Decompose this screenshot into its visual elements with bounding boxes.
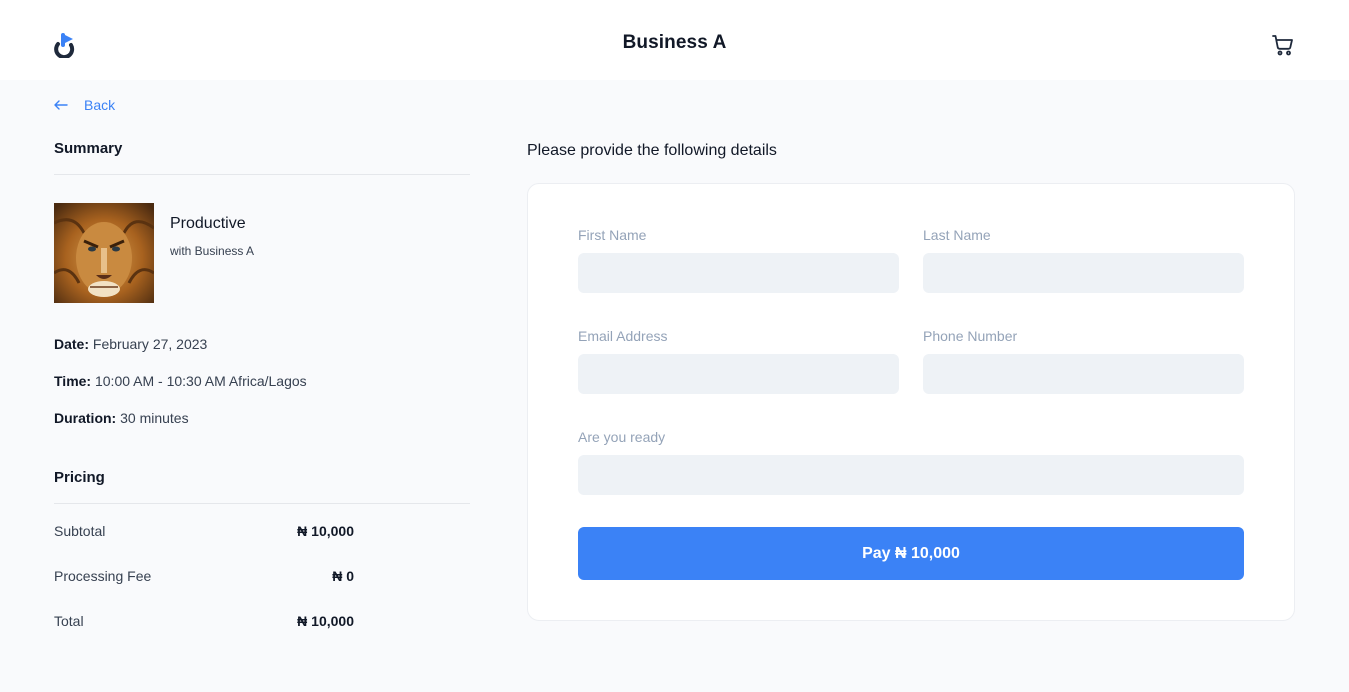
first-name-label: First Name (578, 227, 647, 243)
time-line: Time: 10:00 AM - 10:30 AM Africa/Lagos (54, 373, 307, 389)
summary-title: Summary (54, 140, 123, 157)
form-heading: Please provide the following details (527, 142, 777, 159)
time-label: Time: (54, 373, 92, 389)
price-row-processing-fee: Processing Fee ₦ 0 (54, 568, 354, 584)
price-amount: ₦ 0 (332, 568, 354, 584)
phone-input[interactable] (923, 354, 1244, 394)
email-label: Email Address (578, 328, 668, 344)
time-value: 10:00 AM - 10:30 AM Africa/Lagos (94, 373, 307, 389)
pricing-title: Pricing (54, 469, 105, 486)
last-name-input[interactable] (923, 253, 1244, 293)
pricing-divider (54, 503, 470, 504)
back-link[interactable]: Back (54, 97, 115, 113)
arrow-left-icon (54, 100, 68, 110)
service-provider: with Business A (170, 244, 255, 258)
first-name-input[interactable] (578, 253, 899, 293)
price-amount: ₦ 10,000 (297, 523, 354, 539)
last-name-label: Last Name (923, 227, 991, 243)
price-row-subtotal: Subtotal ₦ 10,000 (54, 523, 354, 539)
price-label: Processing Fee (54, 568, 152, 584)
date-value: February 27, 2023 (92, 336, 208, 352)
price-amount: ₦ 10,000 (297, 613, 354, 629)
pay-button[interactable]: Pay ₦ 10,000 (578, 527, 1244, 580)
duration-line: Duration: 30 minutes (54, 410, 189, 426)
back-label: Back (84, 97, 116, 113)
price-label: Total (54, 613, 84, 629)
phone-label: Phone Number (923, 328, 1018, 344)
date-line: Date: February 27, 2023 (54, 336, 207, 352)
price-row-total: Total ₦ 10,000 (54, 613, 354, 629)
ready-label: Are you ready (578, 429, 666, 445)
ready-input[interactable] (578, 455, 1244, 495)
price-label: Subtotal (54, 523, 106, 539)
cart-icon[interactable] (1271, 33, 1295, 57)
duration-label: Duration: (54, 410, 117, 426)
top-header: Business A (0, 0, 1349, 80)
duration-value: 30 minutes (120, 410, 189, 426)
service-image (54, 203, 154, 303)
summary-divider (54, 174, 470, 175)
service-name: Productive (170, 215, 246, 232)
date-label: Date: (54, 336, 90, 352)
page-title: Business A (622, 32, 727, 53)
email-input[interactable] (578, 354, 899, 394)
